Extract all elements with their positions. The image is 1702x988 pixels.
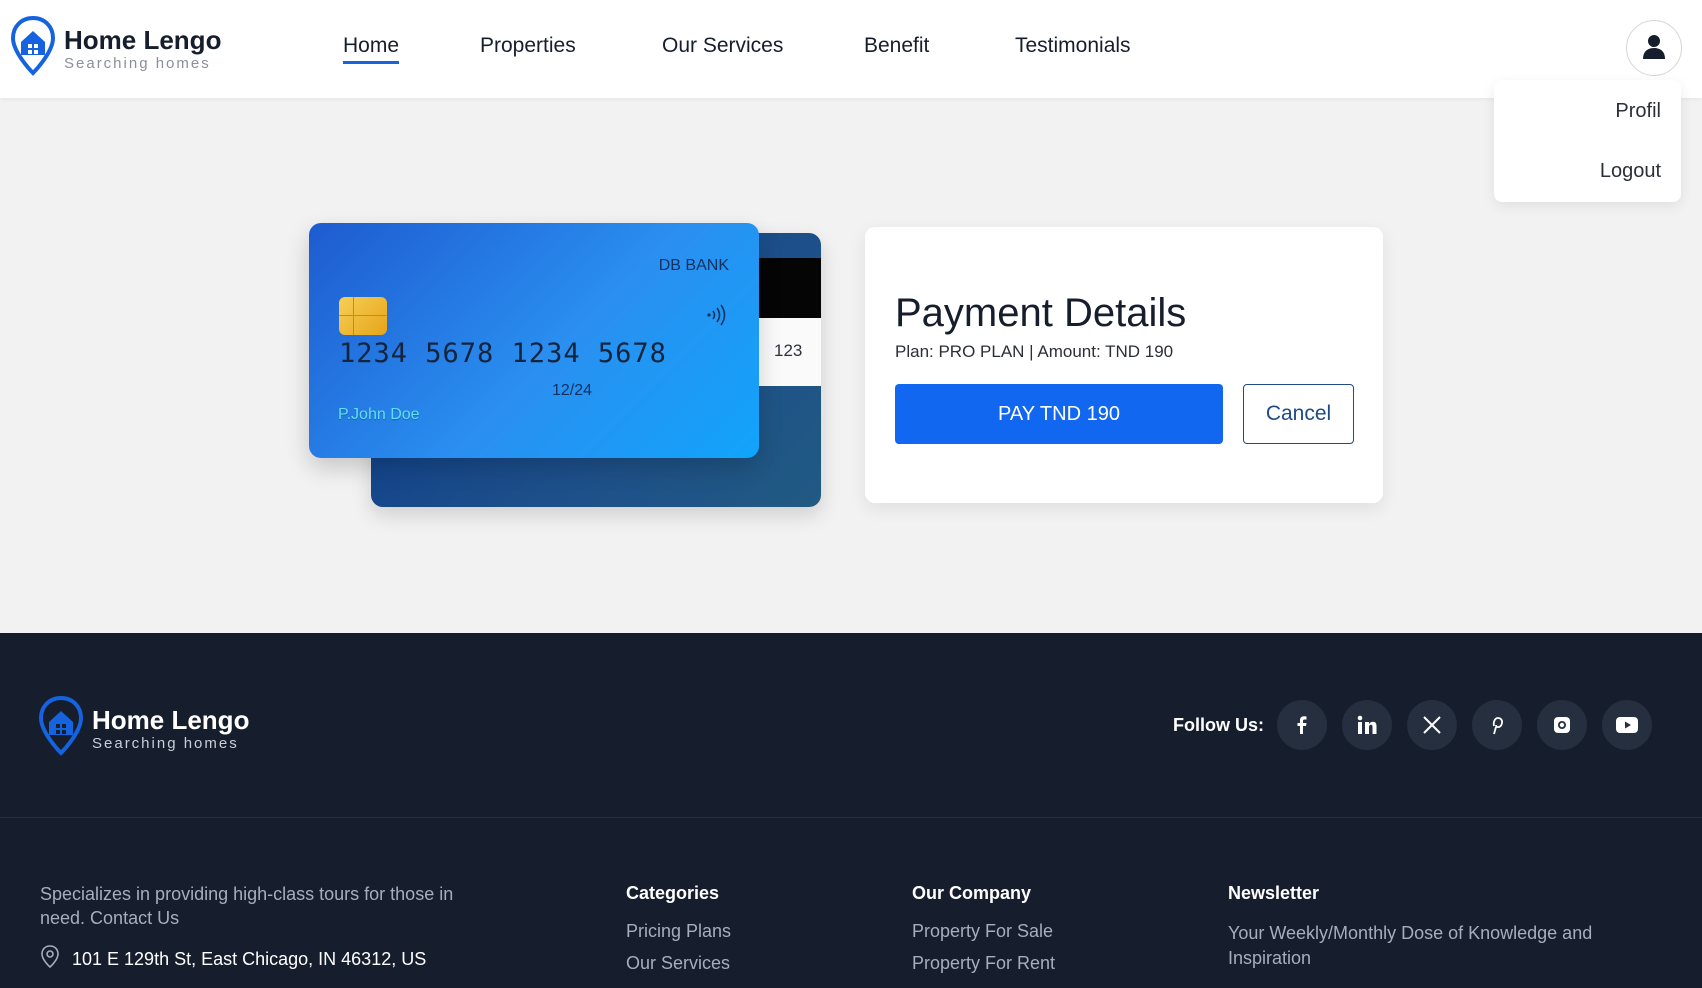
card-expiry: 12/24 <box>552 382 593 399</box>
footer-divider <box>0 817 1702 818</box>
logo-pin-icon <box>38 695 84 762</box>
user-dropdown: Profil Logout <box>1494 80 1681 202</box>
contactless-icon <box>705 303 729 327</box>
brand-tagline: Searching homes <box>64 54 211 72</box>
logo-pin-icon <box>10 15 56 82</box>
card-holder: P.John Doe <box>338 406 420 423</box>
payment-details-panel: Payment Details Plan: PRO PLAN | Amount:… <box>865 227 1383 503</box>
footer-link-property-for-rent[interactable]: Property For Rent <box>912 953 1055 974</box>
cancel-button[interactable]: Cancel <box>1243 384 1354 444</box>
menu-item-logout[interactable]: Logout <box>1600 160 1661 183</box>
menu-item-profil[interactable]: Profil <box>1615 100 1661 123</box>
nav-our-services[interactable]: Our Services <box>662 34 783 58</box>
user-menu-button[interactable] <box>1626 20 1682 76</box>
payment-title: Payment Details <box>895 291 1187 335</box>
footer-brand-name: Home Lengo <box>92 704 250 735</box>
x-icon[interactable] <box>1407 700 1457 750</box>
pay-button[interactable]: PAY TND 190 <box>895 384 1223 444</box>
credit-card-front: DB BANK 1234 5678 1234 5678 12/24 P.John… <box>309 223 759 458</box>
nav-benefit[interactable]: Benefit <box>864 34 929 58</box>
site-header: Home Lengo Searching homes Home Properti… <box>0 0 1702 98</box>
youtube-icon[interactable] <box>1602 700 1652 750</box>
footer-brand-logo[interactable]: Home Lengo Searching homes <box>38 695 249 762</box>
footer-link-pricing-plans[interactable]: Pricing Plans <box>626 921 731 942</box>
linkedin-icon[interactable] <box>1342 700 1392 750</box>
card-cvv: 123 <box>774 341 803 360</box>
card-bank-name: DB BANK <box>658 257 729 274</box>
brand-name: Home Lengo <box>64 24 222 55</box>
categories-title: Categories <box>626 883 720 903</box>
address-text: 101 E 129th St, East Chicago, IN 46312, … <box>72 949 427 969</box>
footer-description: Specializes in providing high-class tour… <box>40 884 454 928</box>
our-company-title: Our Company <box>912 883 1032 903</box>
nav-home[interactable]: Home <box>343 34 400 64</box>
site-footer: Home Lengo Searching homes Follow Us: Sp… <box>0 633 1702 988</box>
pinterest-icon[interactable] <box>1472 700 1522 750</box>
footer-address: 101 E 129th St, East Chicago, IN 46312, … <box>40 945 426 974</box>
footer-link-property-for-sale[interactable]: Property For Sale <box>912 921 1053 942</box>
facebook-icon[interactable] <box>1277 700 1327 750</box>
instagram-icon[interactable] <box>1537 700 1587 750</box>
user-icon <box>1642 33 1666 64</box>
brand-logo[interactable]: Home Lengo Searching homes <box>10 15 221 82</box>
follow-us-label: Follow Us: <box>1173 715 1264 735</box>
location-pin-icon <box>40 945 60 974</box>
chip-icon <box>339 297 387 335</box>
payment-plan-info: Plan: PRO PLAN | Amount: TND 190 <box>895 342 1174 361</box>
newsletter-title: Newsletter <box>1228 883 1320 903</box>
nav-properties[interactable]: Properties <box>480 34 576 58</box>
nav-testimonials[interactable]: Testimonials <box>1015 34 1131 58</box>
card-number: 1234 5678 1234 5678 <box>339 338 667 369</box>
footer-brand-tagline: Searching homes <box>92 734 239 752</box>
footer-link-our-services[interactable]: Our Services <box>626 953 730 974</box>
newsletter-text: Your Weekly/Monthly Dose of Knowledge an… <box>1228 923 1593 968</box>
